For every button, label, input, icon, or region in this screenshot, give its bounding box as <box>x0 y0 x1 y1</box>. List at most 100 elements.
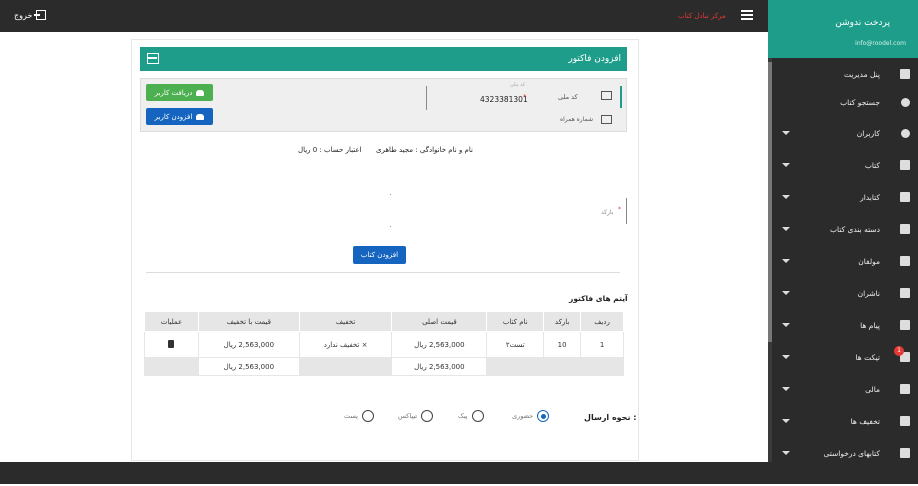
national-code-label: کد ملی <box>558 93 578 101</box>
card-header: افزودن فاکتور <box>140 47 627 71</box>
national-code-hint: کد ملی <box>510 82 526 88</box>
column-header: قیمت اصلی <box>391 311 488 332</box>
person-icon <box>901 128 910 138</box>
shipping-option-label: حضوری <box>512 412 534 420</box>
librarian-icon <box>900 192 910 202</box>
sidebar-item-authors[interactable]: مولفان <box>772 245 918 277</box>
phone-card-icon <box>601 115 612 124</box>
receive-user-label: دریافت کاربر <box>154 88 193 97</box>
column-header: بارکد <box>543 311 582 332</box>
search-icon <box>901 97 910 107</box>
account-credit: اعتبار حساب : 0 ریال <box>298 146 362 154</box>
dashboard-icon <box>900 69 910 79</box>
column-header: تخفیف <box>298 311 393 332</box>
book-icon <box>900 160 910 170</box>
sidebar-item-category[interactable]: دسته بندی کتاب <box>772 213 918 245</box>
sidebar-item-label: کتابهای درخواستی <box>823 448 880 458</box>
customer-info-box <box>140 78 627 132</box>
sidebar-item-label: مولفان <box>858 256 880 266</box>
sidebar-item-tickets[interactable]: تیکت ها 1 <box>772 341 918 373</box>
chevron-down-icon <box>782 291 790 295</box>
user-icon <box>196 89 205 96</box>
column-header: نام کتاب <box>486 311 545 332</box>
chevron-down-icon <box>782 387 790 391</box>
sidebar-item-search-book[interactable]: جستجو کتاب <box>772 86 918 118</box>
shipping-option-label: پست <box>344 412 358 420</box>
sidebar-item-messages[interactable]: پیام ها <box>772 309 918 341</box>
sidebar-item-users[interactable]: کاربران <box>772 117 918 149</box>
sidebar: پردخت ندوشن info@roodel.com پنل مدیریت ج… <box>768 0 918 462</box>
delete-icon[interactable] <box>168 339 175 348</box>
sidebar-item-finance[interactable]: مالی <box>772 373 918 405</box>
chevron-down-icon <box>782 323 790 327</box>
barcode-input-bar <box>626 198 627 224</box>
authors-icon <box>900 256 910 266</box>
shipping-option-in-person[interactable]: حضوری <box>512 410 550 422</box>
shipping-option-post[interactable]: پست <box>344 410 374 422</box>
chevron-down-icon <box>782 355 790 359</box>
discount-icon <box>900 416 910 426</box>
sidebar-item-label: کتابدار <box>860 192 880 202</box>
shipping-option-label: تیپاکس <box>398 412 418 420</box>
sidebar-item-label: تخفیف ها <box>850 416 880 426</box>
shipping-option-courier[interactable]: تیپاکس <box>398 410 434 422</box>
user-name: پردخت ندوشن <box>835 18 890 28</box>
sidebar-item-requested-books[interactable]: کتابهای درخواستی <box>772 437 918 462</box>
user-email: info@roodel.com <box>855 40 906 47</box>
input-hint-dot <box>390 226 391 227</box>
row-book-name: تست۲ <box>486 331 545 358</box>
shipping-option-label: پیک <box>458 412 468 420</box>
bottom-bar <box>0 462 918 486</box>
required-mark: * <box>523 93 527 101</box>
logout-button[interactable]: خروج <box>14 10 47 20</box>
invoice-items-table: ردیف بارکد نام کتاب قیمت اصلی تخفیف قیمت… <box>144 311 624 376</box>
shipping-method-label: نحوه ارسال : <box>584 413 637 422</box>
chevron-down-icon <box>782 163 790 167</box>
phone-number-label: شماره همراه <box>560 116 594 123</box>
row-index: 1 <box>580 331 624 358</box>
sidebar-item-discounts[interactable]: تخفیف ها <box>772 405 918 437</box>
add-user-button[interactable]: افزودن کاربر <box>146 108 213 125</box>
chevron-down-icon <box>782 227 790 231</box>
total-final-price: 2,563,000 ریال <box>197 357 300 376</box>
logout-label: خروج <box>14 10 33 20</box>
logout-icon <box>34 10 47 20</box>
category-icon <box>900 224 910 234</box>
add-user-label: افزودن کاربر <box>154 112 193 121</box>
input-hint-dot <box>390 194 391 195</box>
receive-user-button[interactable]: دریافت کاربر <box>146 84 213 101</box>
row-discount: × تخفیف ندارد <box>298 331 393 358</box>
table-header-row: ردیف بارکد نام کتاب قیمت اصلی تخفیف قیمت… <box>144 311 624 332</box>
sidebar-item-label: کتاب <box>864 160 880 170</box>
id-card-icon <box>601 91 612 100</box>
chevron-down-icon <box>782 131 790 135</box>
chevron-down-icon <box>782 195 790 199</box>
add-book-button[interactable]: افزودن کتاب <box>353 246 406 264</box>
row-actions <box>144 331 199 358</box>
sidebar-header: پردخت ندوشن info@roodel.com <box>768 0 918 58</box>
add-user-icon <box>196 113 205 120</box>
radio-icon <box>537 410 550 422</box>
radio-icon <box>421 410 434 422</box>
sidebar-item-label: جستجو کتاب <box>840 97 880 107</box>
input-focus-bar <box>620 86 622 108</box>
sidebar-item-label: تیکت ها <box>855 352 880 362</box>
sidebar-item-publishers[interactable]: ناشران <box>772 277 918 309</box>
message-icon <box>900 320 910 330</box>
table-total-row: 2,563,000 ریال 2,563,000 ریال <box>144 357 624 376</box>
invoice-items-title: آیتم های فاکتور <box>569 294 628 303</box>
sidebar-item-label: پنل مدیریت <box>843 69 880 79</box>
sidebar-item-label: ناشران <box>857 288 880 298</box>
national-code-input[interactable]: 4323381301 <box>480 95 528 104</box>
site-name-link[interactable]: مرکز تبادل کتاب <box>678 12 726 20</box>
menu-toggle-icon[interactable] <box>741 10 753 20</box>
required-mark: * <box>618 206 621 213</box>
notification-badge: 1 <box>894 346 904 356</box>
sidebar-item-book[interactable]: کتاب <box>772 149 918 181</box>
shipping-option-tipax[interactable]: پیک <box>458 410 484 422</box>
sidebar-item-librarian[interactable]: کتابدار <box>772 181 918 213</box>
barcode-input[interactable]: بارکد <box>601 209 613 216</box>
divider <box>146 272 620 273</box>
row-final-price: 2,563,000 ریال <box>197 331 300 358</box>
row-barcode: 10 <box>543 331 582 358</box>
